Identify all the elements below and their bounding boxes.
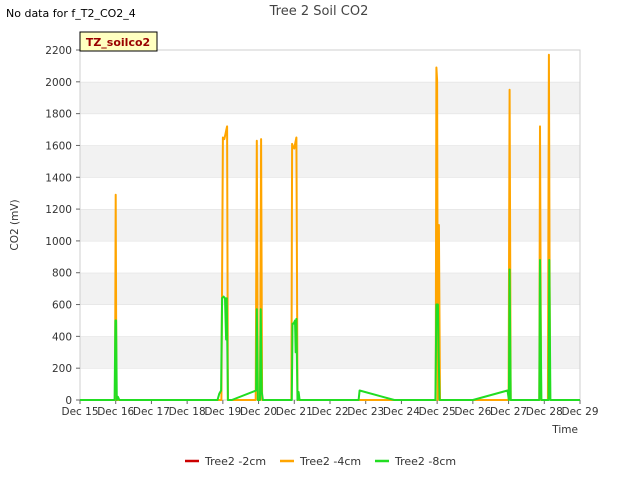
chart-badge-label: TZ_soilco2 bbox=[86, 36, 150, 49]
x-tick: Dec 26 bbox=[454, 400, 492, 418]
y-tick: 2200 bbox=[45, 45, 80, 57]
x-tick: Dec 25 bbox=[419, 400, 456, 418]
x-tick: Dec 21 bbox=[276, 400, 313, 418]
y-tick-label: 2000 bbox=[45, 77, 72, 89]
y-tick-label: 1000 bbox=[45, 236, 72, 248]
x-tick: Dec 27 bbox=[490, 400, 527, 418]
x-tick: Dec 20 bbox=[240, 400, 277, 418]
legend-item: Tree2 -8cm bbox=[375, 455, 456, 468]
x-tick-label: Dec 16 bbox=[97, 406, 134, 418]
y-tick: 1400 bbox=[45, 172, 80, 184]
grid-band bbox=[80, 113, 580, 146]
x-tick-label: Dec 28 bbox=[526, 406, 563, 418]
x-tick-label: Dec 20 bbox=[240, 406, 277, 418]
x-tick-label: Dec 21 bbox=[276, 406, 313, 418]
y-tick-label: 1200 bbox=[45, 204, 72, 216]
y-tick-label: 2200 bbox=[45, 45, 72, 57]
x-tick-label: Dec 23 bbox=[347, 406, 384, 418]
x-tick: Dec 16 bbox=[97, 400, 135, 418]
x-tick: Dec 17 bbox=[133, 400, 170, 418]
grid-band bbox=[80, 368, 580, 400]
y-axis-ticks: 0200400600800100012001400160018002000220… bbox=[45, 45, 80, 407]
legend-label: Tree2 -2cm bbox=[204, 455, 266, 468]
y-tick: 1200 bbox=[45, 204, 80, 216]
legend-item: Tree2 -4cm bbox=[280, 455, 361, 468]
grid-band bbox=[80, 336, 580, 369]
y-tick: 200 bbox=[52, 363, 80, 375]
x-tick: Dec 28 bbox=[526, 400, 563, 418]
y-tick-label: 1400 bbox=[45, 172, 72, 184]
x-tick-label: Dec 22 bbox=[311, 406, 348, 418]
y-axis-label: CO2 (mV) bbox=[9, 199, 21, 250]
x-tick-label: Dec 27 bbox=[490, 406, 527, 418]
chart-title: Tree 2 Soil CO2 bbox=[269, 4, 369, 19]
chart-badge: TZ_soilco2 bbox=[79, 31, 158, 52]
legend-label: Tree2 -4cm bbox=[299, 455, 361, 468]
x-tick-label: Dec 26 bbox=[454, 406, 491, 418]
x-tick: Dec 18 bbox=[169, 400, 206, 418]
y-tick-label: 200 bbox=[52, 363, 72, 375]
x-axis-ticks: Dec 15Dec 16Dec 17Dec 18Dec 19Dec 20Dec … bbox=[61, 400, 599, 418]
y-tick: 1000 bbox=[45, 236, 80, 248]
legend-label: Tree2 -8cm bbox=[394, 455, 456, 468]
chart: Tree 2 Soil CO2 020040060080010001200140… bbox=[9, 4, 599, 468]
x-tick: Dec 22 bbox=[311, 400, 349, 418]
grid-band bbox=[80, 81, 580, 114]
y-tick: 600 bbox=[52, 300, 80, 312]
grid-band bbox=[80, 177, 580, 210]
y-tick: 1600 bbox=[45, 140, 80, 152]
grid-bands bbox=[80, 49, 580, 400]
x-tick-label: Dec 19 bbox=[204, 406, 241, 418]
y-tick-label: 600 bbox=[52, 300, 72, 312]
y-tick: 800 bbox=[52, 268, 80, 280]
x-tick: Dec 23 bbox=[347, 400, 384, 418]
y-tick-label: 1800 bbox=[45, 109, 72, 121]
y-tick-label: 1600 bbox=[45, 140, 72, 152]
grid-band bbox=[80, 209, 580, 241]
x-tick: Dec 19 bbox=[204, 400, 241, 418]
y-tick: 1800 bbox=[45, 109, 80, 121]
legend: Tree2 -2cm Tree2 -4cm Tree2 -8cm bbox=[185, 455, 456, 468]
x-tick: Dec 29 bbox=[561, 400, 599, 418]
grid-band bbox=[80, 272, 580, 305]
x-tick-label: Dec 24 bbox=[383, 406, 420, 418]
y-tick: 2000 bbox=[45, 77, 80, 89]
y-tick: 400 bbox=[52, 331, 80, 343]
x-tick: Dec 24 bbox=[383, 400, 420, 418]
x-tick-label: Dec 17 bbox=[133, 406, 170, 418]
x-axis-label: Time bbox=[551, 424, 578, 436]
grid-band bbox=[80, 145, 580, 178]
grid-band bbox=[80, 304, 580, 337]
x-tick-label: Dec 25 bbox=[419, 406, 456, 418]
y-tick-label: 400 bbox=[52, 331, 72, 343]
x-tick-label: Dec 15 bbox=[61, 406, 98, 418]
x-tick-label: Dec 18 bbox=[169, 406, 206, 418]
grid-band bbox=[80, 50, 580, 82]
y-tick-label: 800 bbox=[52, 268, 72, 280]
grid-band bbox=[80, 240, 580, 273]
x-tick-label: Dec 29 bbox=[561, 406, 598, 418]
legend-item: Tree2 -2cm bbox=[185, 455, 266, 468]
